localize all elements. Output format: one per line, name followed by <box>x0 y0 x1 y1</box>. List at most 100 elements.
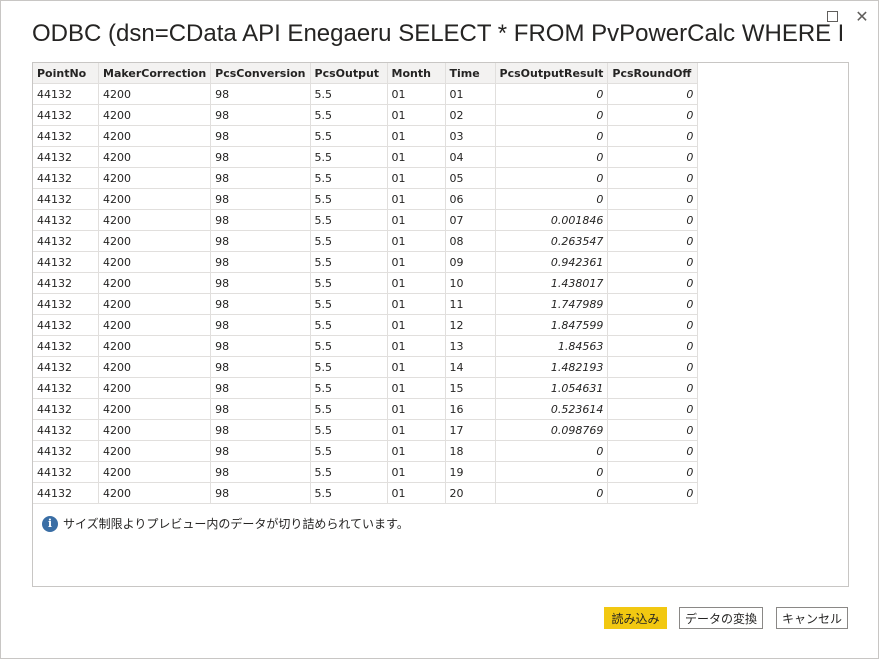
table-cell[interactable]: 4200 <box>97 398 212 420</box>
table-cell[interactable]: 4200 <box>97 335 212 357</box>
table-cell[interactable]: 01 <box>386 125 446 147</box>
table-cell[interactable]: 01 <box>386 251 446 273</box>
table-cell[interactable]: 0 <box>607 293 699 315</box>
column-header-pointno[interactable]: PointNo <box>33 63 99 84</box>
column-header-pcsoutput[interactable]: PcsOutput <box>309 63 388 84</box>
table-cell[interactable]: 10 <box>444 272 496 294</box>
table-cell[interactable]: 0 <box>494 440 609 462</box>
table-cell[interactable]: 98 <box>210 146 311 168</box>
table-cell[interactable]: 04 <box>444 146 496 168</box>
table-cell[interactable]: 98 <box>210 251 311 273</box>
table-cell[interactable]: 0 <box>607 482 699 504</box>
table-cell[interactable]: 01 <box>386 314 446 336</box>
table-cell[interactable]: 5.5 <box>309 125 388 147</box>
table-cell[interactable]: 12 <box>444 314 496 336</box>
table-cell[interactable]: 0 <box>607 356 699 378</box>
table-cell[interactable]: 44132 <box>33 293 99 315</box>
column-header-pcsroundoff[interactable]: PcsRoundOff <box>607 63 699 84</box>
table-cell[interactable]: 5.5 <box>309 251 388 273</box>
table-cell[interactable]: 4200 <box>97 356 212 378</box>
table-cell[interactable]: 0 <box>494 83 609 105</box>
table-cell[interactable]: 01 <box>386 167 446 189</box>
table-cell[interactable]: 1.847599 <box>494 314 609 336</box>
table-cell[interactable]: 13 <box>444 335 496 357</box>
table-cell[interactable]: 0.942361 <box>494 251 609 273</box>
table-cell[interactable]: 5.5 <box>309 356 388 378</box>
table-cell[interactable]: 98 <box>210 188 311 210</box>
table-cell[interactable]: 0 <box>607 440 699 462</box>
table-cell[interactable]: 5.5 <box>309 272 388 294</box>
column-header-time[interactable]: Time <box>444 63 496 84</box>
table-cell[interactable]: 44132 <box>33 146 99 168</box>
table-cell[interactable]: 5.5 <box>309 188 388 210</box>
table-cell[interactable]: 1.054631 <box>494 377 609 399</box>
table-cell[interactable]: 44132 <box>33 209 99 231</box>
table-cell[interactable]: 01 <box>386 482 446 504</box>
table-cell[interactable]: 01 <box>386 209 446 231</box>
table-cell[interactable]: 0 <box>607 188 699 210</box>
table-cell[interactable]: 01 <box>386 335 446 357</box>
table-cell[interactable]: 5.5 <box>309 440 388 462</box>
transform-data-button[interactable]: データの変換 <box>679 607 763 629</box>
table-cell[interactable]: 4200 <box>97 230 212 252</box>
cancel-button[interactable]: キャンセル <box>776 607 848 629</box>
table-cell[interactable]: 44132 <box>33 335 99 357</box>
table-cell[interactable]: 16 <box>444 398 496 420</box>
table-cell[interactable]: 44132 <box>33 356 99 378</box>
table-cell[interactable]: 06 <box>444 188 496 210</box>
table-cell[interactable]: 44132 <box>33 272 99 294</box>
table-cell[interactable]: 0 <box>494 482 609 504</box>
table-cell[interactable]: 98 <box>210 461 311 483</box>
table-cell[interactable]: 0 <box>607 461 699 483</box>
table-cell[interactable]: 0 <box>607 398 699 420</box>
table-cell[interactable]: 5.5 <box>309 314 388 336</box>
close-button[interactable]: ✕ <box>852 7 872 26</box>
table-cell[interactable]: 44132 <box>33 251 99 273</box>
table-cell[interactable]: 44132 <box>33 188 99 210</box>
table-cell[interactable]: 98 <box>210 377 311 399</box>
table-cell[interactable]: 1.84563 <box>494 335 609 357</box>
table-cell[interactable]: 4200 <box>97 377 212 399</box>
table-cell[interactable]: 98 <box>210 419 311 441</box>
table-cell[interactable]: 44132 <box>33 419 99 441</box>
table-cell[interactable]: 0 <box>607 209 699 231</box>
table-cell[interactable]: 1.747989 <box>494 293 609 315</box>
column-header-pcsconversion[interactable]: PcsConversion <box>210 63 311 84</box>
table-cell[interactable]: 18 <box>444 440 496 462</box>
table-cell[interactable]: 0 <box>607 83 699 105</box>
table-cell[interactable]: 4200 <box>97 209 212 231</box>
table-cell[interactable]: 98 <box>210 230 311 252</box>
table-cell[interactable]: 0 <box>607 230 699 252</box>
table-cell[interactable]: 0 <box>494 167 609 189</box>
table-cell[interactable]: 01 <box>386 398 446 420</box>
table-cell[interactable]: 98 <box>210 209 311 231</box>
table-cell[interactable]: 01 <box>386 419 446 441</box>
table-cell[interactable]: 01 <box>386 293 446 315</box>
table-cell[interactable]: 14 <box>444 356 496 378</box>
table-cell[interactable]: 98 <box>210 398 311 420</box>
table-cell[interactable]: 1.438017 <box>494 272 609 294</box>
table-cell[interactable]: 0 <box>607 314 699 336</box>
table-cell[interactable]: 5.5 <box>309 398 388 420</box>
table-cell[interactable]: 01 <box>386 188 446 210</box>
table-cell[interactable]: 4200 <box>97 293 212 315</box>
table-cell[interactable]: 0 <box>607 251 699 273</box>
table-cell[interactable]: 11 <box>444 293 496 315</box>
table-cell[interactable]: 98 <box>210 356 311 378</box>
table-cell[interactable]: 44132 <box>33 377 99 399</box>
table-cell[interactable]: 98 <box>210 272 311 294</box>
table-cell[interactable]: 0.098769 <box>494 419 609 441</box>
table-cell[interactable]: 44132 <box>33 482 99 504</box>
table-cell[interactable]: 01 <box>386 146 446 168</box>
table-cell[interactable]: 05 <box>444 167 496 189</box>
table-cell[interactable]: 4200 <box>97 125 212 147</box>
table-cell[interactable]: 5.5 <box>309 146 388 168</box>
table-cell[interactable]: 15 <box>444 377 496 399</box>
table-cell[interactable]: 98 <box>210 335 311 357</box>
column-header-month[interactable]: Month <box>386 63 446 84</box>
table-cell[interactable]: 01 <box>386 272 446 294</box>
table-cell[interactable]: 01 <box>386 440 446 462</box>
table-cell[interactable]: 5.5 <box>309 419 388 441</box>
table-cell[interactable]: 4200 <box>97 440 212 462</box>
table-cell[interactable]: 4200 <box>97 314 212 336</box>
